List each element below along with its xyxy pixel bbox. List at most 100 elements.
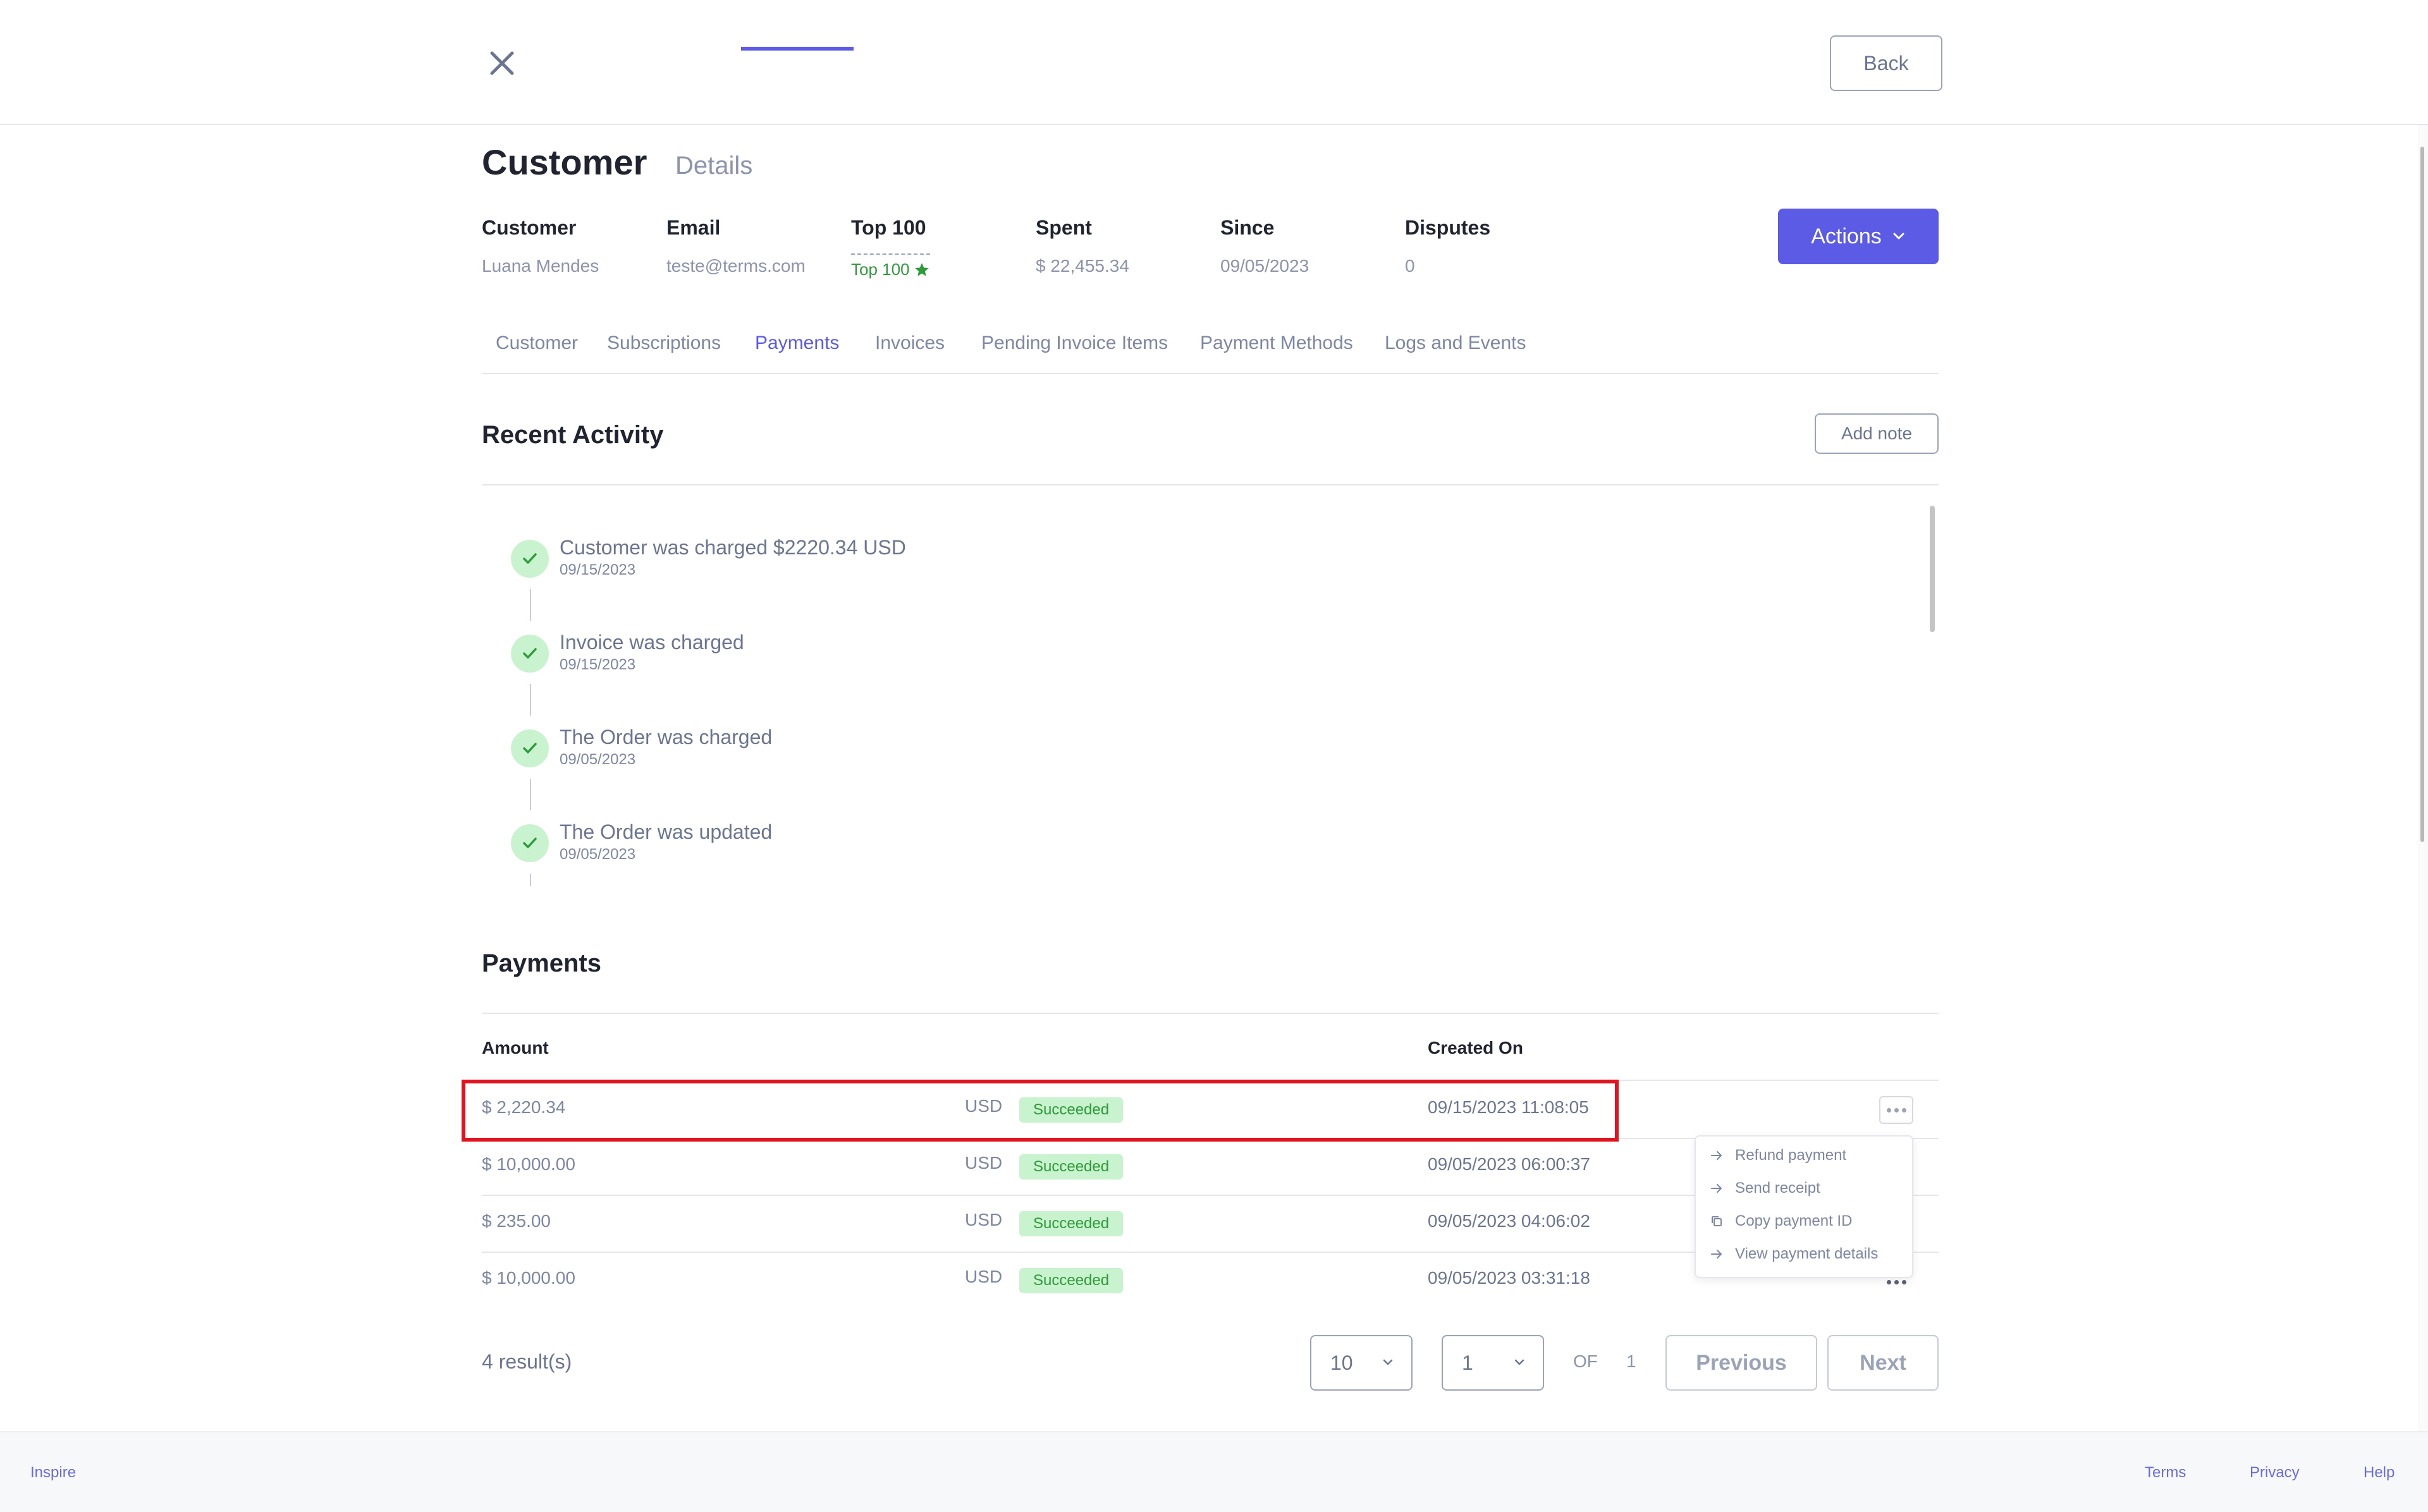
payment-created-on: 09/15/2023 11:08:05: [1428, 1097, 1589, 1117]
footer-link-privacy[interactable]: Privacy: [2250, 1464, 2300, 1482]
tab-payment-methods[interactable]: Payment Methods: [1200, 332, 1353, 354]
activity-scrollbar-thumb[interactable]: [1930, 506, 1935, 632]
more-icon-dot: [1901, 1107, 1906, 1113]
add-note-button[interactable]: Add note: [1815, 413, 1939, 454]
arrow-right-icon: [1711, 1151, 1722, 1160]
arrow-right-icon: [1711, 1184, 1722, 1193]
menu-item-view-payment-details[interactable]: View payment details: [1710, 1245, 1878, 1263]
payment-currency: USD: [965, 1267, 1003, 1286]
results-count: 4 result(s): [482, 1350, 572, 1373]
previous-page-button[interactable]: Previous: [1665, 1335, 1817, 1391]
payment-created-on: 09/05/2023 03:31:18: [1428, 1268, 1590, 1288]
actions-button-label: Actions: [1811, 224, 1882, 248]
menu-item-refund-payment[interactable]: Refund payment: [1710, 1147, 1846, 1164]
page-title: Customer: [482, 142, 647, 182]
summary-label: Disputes: [1405, 216, 1491, 239]
timeline-connector: [530, 874, 531, 886]
column-header-amount: Amount: [482, 1038, 549, 1058]
payment-created-on: 09/05/2023 04:06:02: [1428, 1211, 1590, 1231]
page-scrollbar-thumb[interactable]: [2420, 147, 2424, 842]
top-bar: Back: [0, 0, 2428, 125]
page-number-select[interactable]: 1: [1442, 1335, 1544, 1391]
more-icon-dot: [1901, 1279, 1906, 1284]
pagination-of-label: OF: [1573, 1351, 1598, 1371]
recent-activity-title: Recent Activity: [482, 421, 664, 449]
summary-value: $ 22,455.34: [1036, 256, 1129, 276]
row-more-button[interactable]: [1879, 1096, 1913, 1124]
summary-value: Luana Mendes: [482, 256, 599, 276]
footer: Inspire Terms Privacy Help: [0, 1431, 2428, 1512]
check-circle-icon: [511, 729, 549, 767]
payment-currency: USD: [965, 1096, 1003, 1116]
payment-created-on: 09/05/2023 06:00:37: [1428, 1154, 1590, 1174]
check-circle-icon: [511, 824, 549, 862]
actions-button[interactable]: Actions: [1778, 209, 1939, 264]
summary-disputes: Disputes 0: [1405, 216, 1490, 276]
activity-date: 09/15/2023: [560, 656, 636, 673]
arrow-right-icon: [1711, 1250, 1722, 1259]
pagination-total-pages: 1: [1626, 1351, 1636, 1371]
tab-pending-invoice-items[interactable]: Pending Invoice Items: [981, 332, 1168, 354]
chevron-down-icon: [1383, 1359, 1393, 1365]
footer-brand-link[interactable]: Inspire: [30, 1464, 76, 1482]
status-badge: Succeeded: [1019, 1097, 1124, 1123]
summary-top-100: Top 100 Top 100: [851, 216, 930, 279]
activity-date: 09/05/2023: [560, 751, 636, 768]
activity-date: 09/05/2023: [560, 846, 636, 863]
payment-currency: USD: [965, 1210, 1003, 1229]
page-size-select[interactable]: 10: [1310, 1335, 1413, 1391]
footer-link-help[interactable]: Help: [2364, 1464, 2394, 1482]
tab-subscriptions[interactable]: Subscriptions: [607, 332, 721, 354]
more-icon: [1886, 1279, 1891, 1284]
divider: [482, 1013, 1939, 1014]
row-context-menu: Refund payment Send receipt Copy payment…: [1695, 1135, 1913, 1278]
check-circle-icon: [511, 540, 549, 578]
payment-amount: $ 10,000.00: [482, 1268, 575, 1288]
tab-logs-and-events[interactable]: Logs and Events: [1385, 332, 1526, 354]
timeline-connector: [530, 589, 531, 621]
table-header-divider: [482, 1080, 1939, 1081]
divider: [482, 484, 1939, 485]
more-icon-dot: [1894, 1107, 1899, 1113]
payment-amount: $ 2,220.34: [482, 1097, 566, 1117]
page-number-value: 1: [1462, 1351, 1473, 1374]
summary-spent: Spent $ 22,455.34: [1036, 216, 1129, 276]
column-header-created-on: Created On: [1428, 1038, 1523, 1058]
tab-invoices[interactable]: Invoices: [875, 332, 945, 354]
active-tab-indicator: [741, 47, 854, 51]
summary-email: Email teste@terms.com: [666, 216, 806, 276]
star-icon: [914, 262, 929, 276]
close-button[interactable]: [484, 46, 520, 81]
summary-since: Since 09/05/2023: [1220, 216, 1309, 276]
payment-currency: USD: [965, 1153, 1003, 1173]
menu-item-label: Send receipt: [1735, 1180, 1820, 1197]
page-subtitle: Details: [675, 152, 753, 180]
activity-text: The Order was charged: [560, 726, 773, 748]
summary-value: 0: [1405, 256, 1415, 276]
footer-link-terms[interactable]: Terms: [2145, 1464, 2186, 1482]
status-badge: Succeeded: [1019, 1268, 1124, 1293]
summary-label: Email: [666, 216, 721, 239]
tab-payments[interactable]: Payments: [755, 332, 839, 354]
timeline-connector: [530, 684, 531, 716]
timeline-connector: [530, 779, 531, 810]
menu-item-send-receipt[interactable]: Send receipt: [1710, 1180, 1820, 1197]
activity-text: Customer was charged $2220.34 USD: [560, 536, 906, 559]
menu-item-label: Copy payment ID: [1735, 1212, 1853, 1229]
payment-amount: $ 10,000.00: [482, 1154, 575, 1174]
top-100-badge-label: Top 100: [851, 260, 910, 279]
check-circle-icon: [511, 635, 549, 673]
top-100-badge: Top 100: [851, 253, 930, 279]
table-row[interactable]: $ 2,220.34 USD Succeeded 09/15/2023 11:0…: [482, 1082, 1939, 1139]
menu-item-copy-payment-id[interactable]: Copy payment ID: [1710, 1212, 1852, 1230]
close-icon: [490, 51, 514, 75]
tab-customer[interactable]: Customer: [496, 332, 578, 354]
back-button[interactable]: Back: [1830, 35, 1942, 91]
next-page-button[interactable]: Next: [1827, 1335, 1939, 1391]
more-icon-dot: [1894, 1279, 1899, 1284]
status-badge: Succeeded: [1019, 1154, 1124, 1180]
summary-label: Since: [1220, 216, 1275, 239]
menu-item-label: Refund payment: [1735, 1147, 1847, 1164]
page-size-value: 10: [1330, 1351, 1353, 1374]
activity-text: Invoice was charged: [560, 631, 744, 654]
